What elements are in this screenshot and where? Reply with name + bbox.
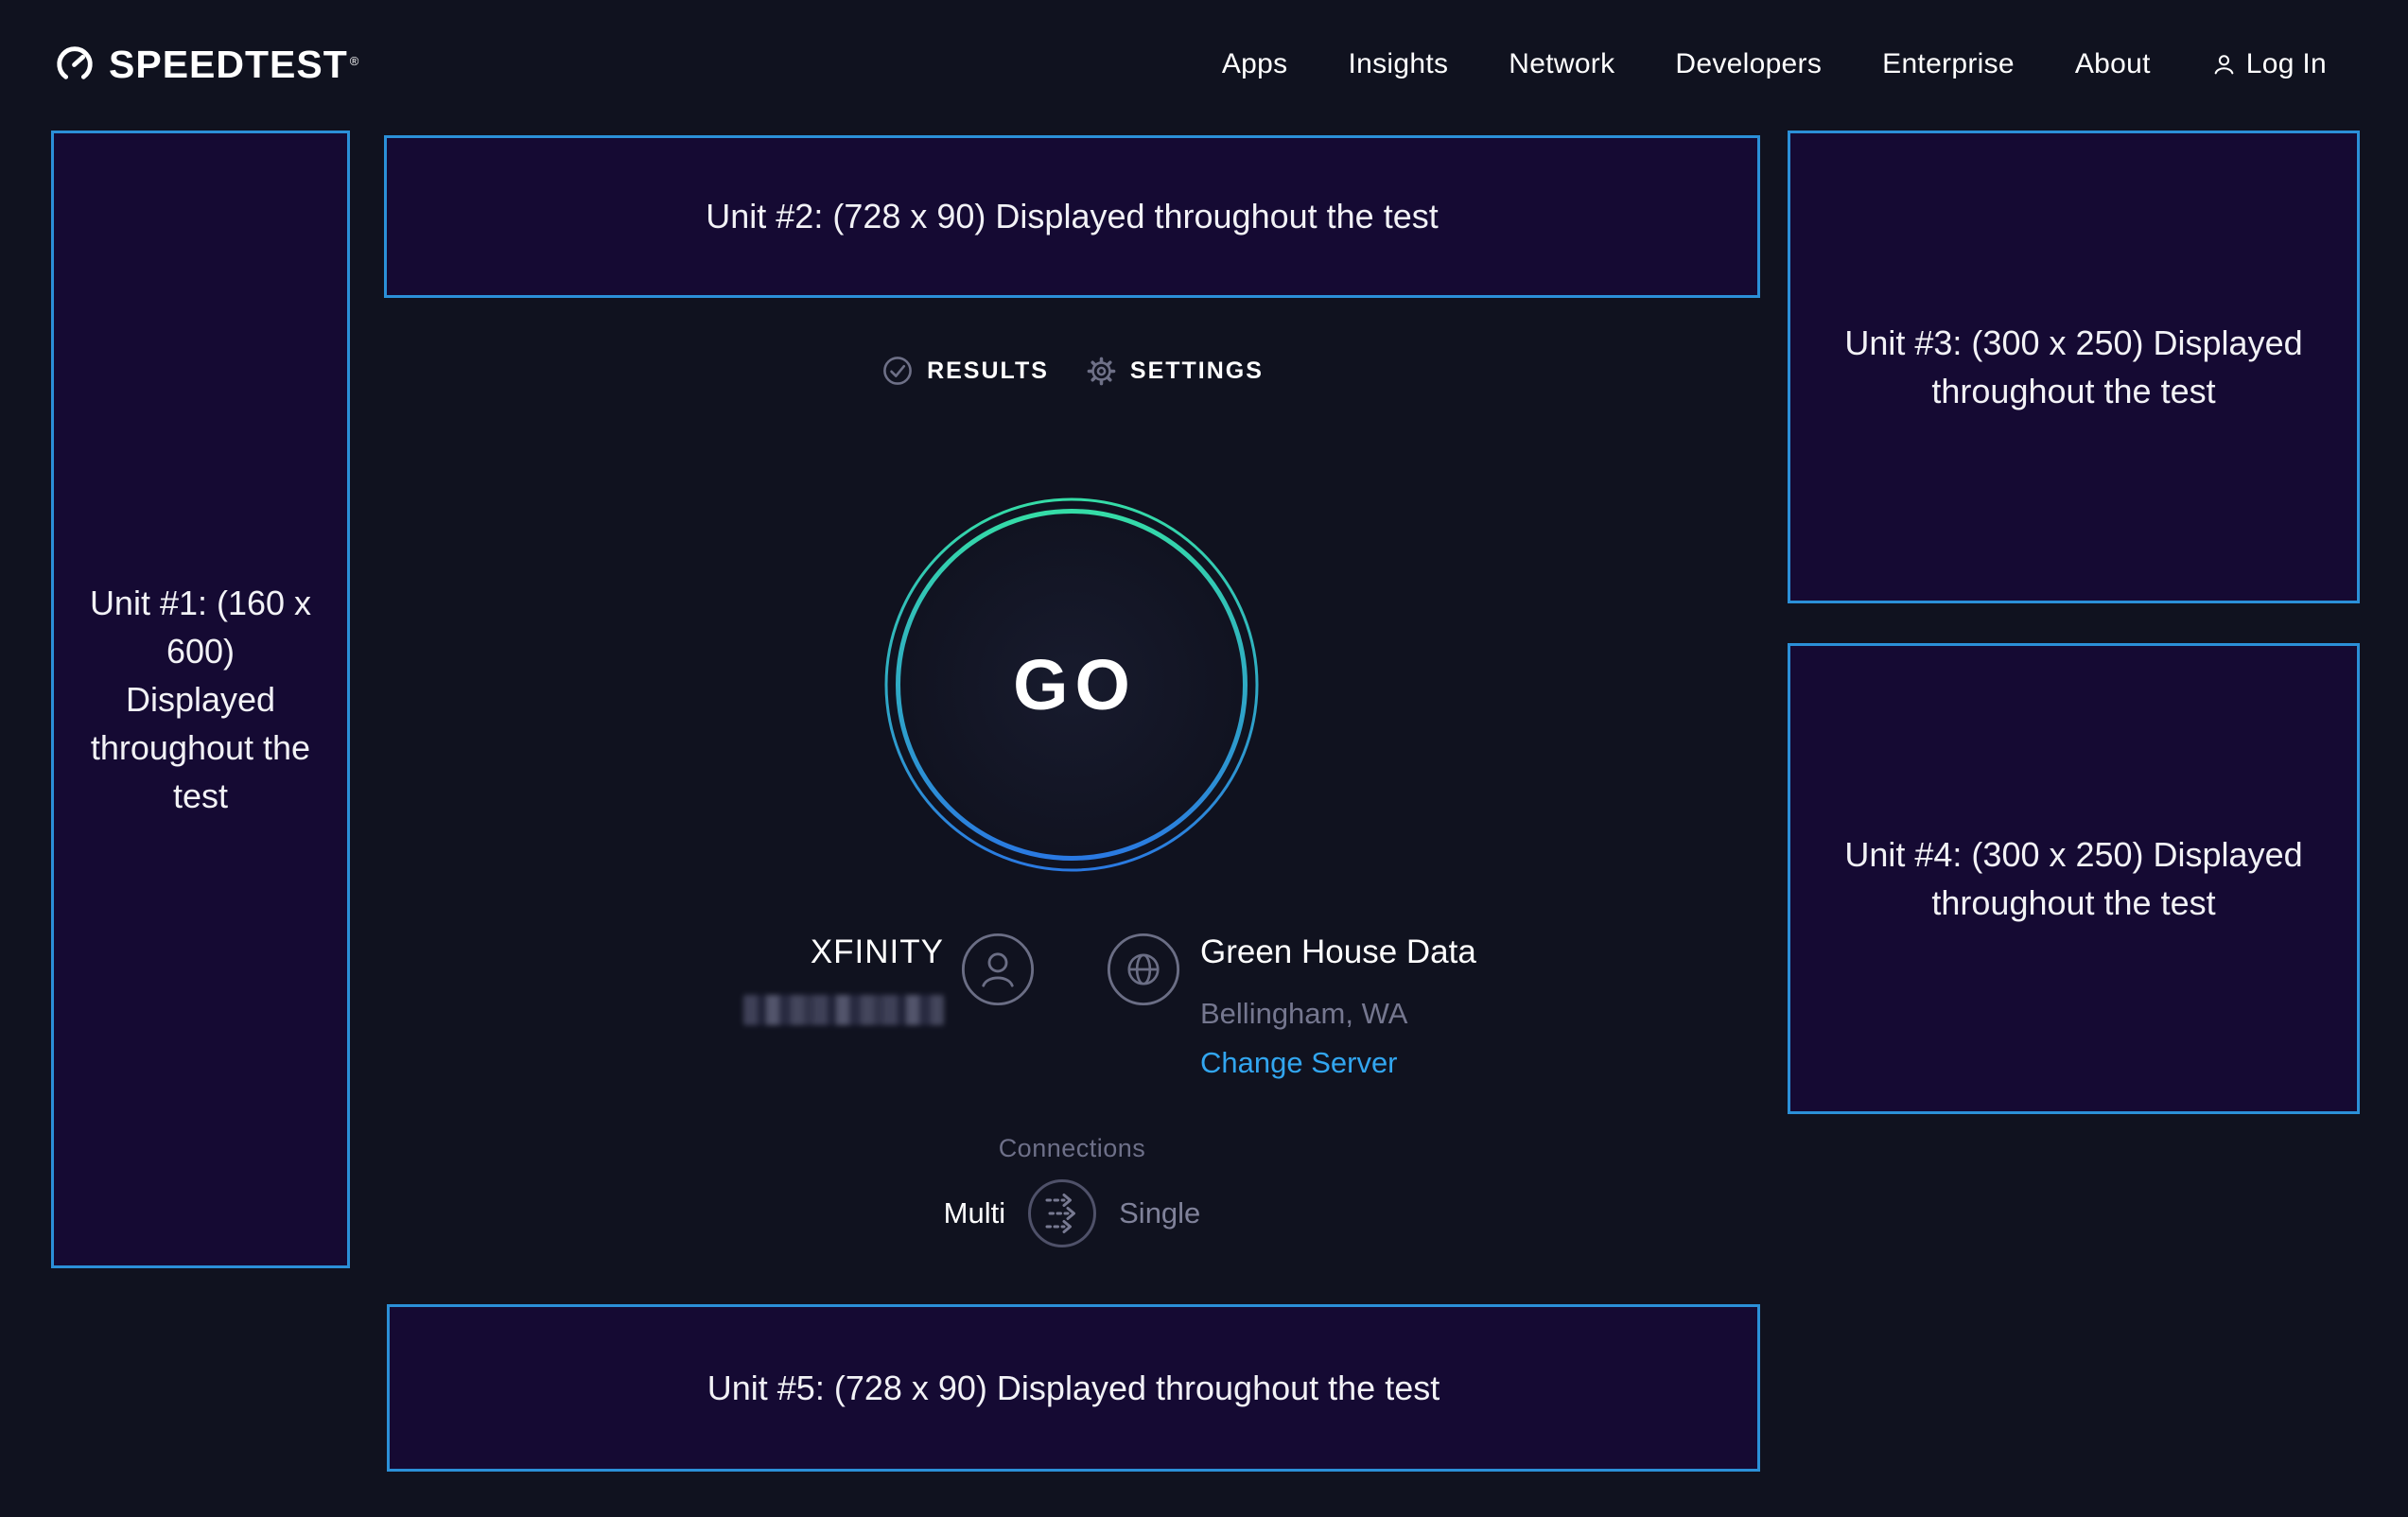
gear-icon	[1085, 355, 1118, 388]
connection-info-row: XFINITY Green House Data Bellingham, WA …	[384, 930, 1760, 1081]
go-button[interactable]: GO	[883, 497, 1260, 873]
tab-results[interactable]: RESULTS	[881, 354, 1049, 388]
connections-single-option[interactable]: Single	[1119, 1196, 1200, 1230]
nav-item-developers[interactable]: Developers	[1675, 48, 1822, 80]
ad-unit-1-text: Unit #1: (160 x 600) Displayed throughou…	[88, 579, 313, 821]
server-block: Green House Data Bellingham, WA Change S…	[1200, 930, 1560, 1081]
multi-arrows-icon	[1026, 1177, 1098, 1249]
ad-unit-1-skyscraper[interactable]: Unit #1: (160 x 600) Displayed throughou…	[51, 131, 350, 1268]
ad-unit-2-leaderboard[interactable]: Unit #2: (728 x 90) Displayed throughout…	[384, 135, 1760, 298]
connections-section: Connections Multi Single	[384, 1132, 1760, 1249]
ad-unit-3-rectangle[interactable]: Unit #3: (300 x 250) Displayed throughou…	[1788, 131, 2360, 603]
connections-heading: Connections	[999, 1132, 1146, 1164]
top-nav-bar: SPEEDTEST ® Apps Insights Network Develo…	[0, 0, 2408, 129]
ad-unit-4-rectangle[interactable]: Unit #4: (300 x 250) Displayed throughou…	[1788, 643, 2360, 1114]
speedometer-gauge-icon	[53, 43, 96, 86]
settings-tab-label: SETTINGS	[1130, 357, 1264, 385]
server-globe-icon	[1107, 933, 1180, 1006]
connections-toggle[interactable]	[1026, 1177, 1098, 1249]
nav-item-apps[interactable]: Apps	[1222, 48, 1288, 80]
isp-person-icon	[961, 933, 1035, 1006]
go-button-label: GO	[883, 497, 1260, 873]
connections-multi-option[interactable]: Multi	[944, 1196, 1005, 1230]
speedtest-logo[interactable]: SPEEDTEST ®	[53, 43, 358, 87]
nav-item-about[interactable]: About	[2075, 48, 2151, 80]
tab-settings[interactable]: SETTINGS	[1085, 355, 1264, 388]
ad-unit-5-leaderboard[interactable]: Unit #5: (728 x 90) Displayed throughout…	[387, 1304, 1760, 1472]
isp-block: XFINITY	[585, 930, 944, 1025]
check-circle-icon	[881, 354, 915, 388]
isp-name[interactable]: XFINITY	[811, 933, 944, 971]
ad-unit-3-text: Unit #3: (300 x 250) Displayed throughou…	[1843, 319, 2304, 415]
redacted-ip-address	[743, 995, 944, 1025]
ad-unit-4-text: Unit #4: (300 x 250) Displayed throughou…	[1843, 830, 2304, 927]
change-server-link[interactable]: Change Server	[1200, 1045, 1398, 1081]
ad-unit-2-text: Unit #2: (728 x 90) Displayed throughout…	[706, 192, 1438, 240]
nav-item-login[interactable]: Log In	[2211, 48, 2327, 80]
results-tab-label: RESULTS	[927, 357, 1049, 385]
trademark-mark: ®	[350, 54, 359, 68]
test-tabs: RESULTS	[384, 340, 1760, 401]
main-nav: Apps Insights Network Developers Enterpr…	[1222, 48, 2327, 80]
logo-text: SPEEDTEST	[109, 43, 348, 87]
server-name: Green House Data	[1200, 933, 1476, 971]
nav-item-network[interactable]: Network	[1509, 48, 1614, 80]
nav-item-enterprise[interactable]: Enterprise	[1882, 48, 2015, 80]
connections-toggle-row: Multi Single	[944, 1177, 1201, 1249]
server-location: Bellingham, WA	[1200, 996, 1407, 1032]
speedtest-page: SPEEDTEST ® Apps Insights Network Develo…	[0, 0, 2408, 1517]
nav-item-insights[interactable]: Insights	[1348, 48, 1448, 80]
ad-unit-5-text: Unit #5: (728 x 90) Displayed throughout…	[707, 1364, 1440, 1412]
login-label: Log In	[2246, 48, 2327, 80]
person-outline-icon	[2211, 52, 2237, 78]
